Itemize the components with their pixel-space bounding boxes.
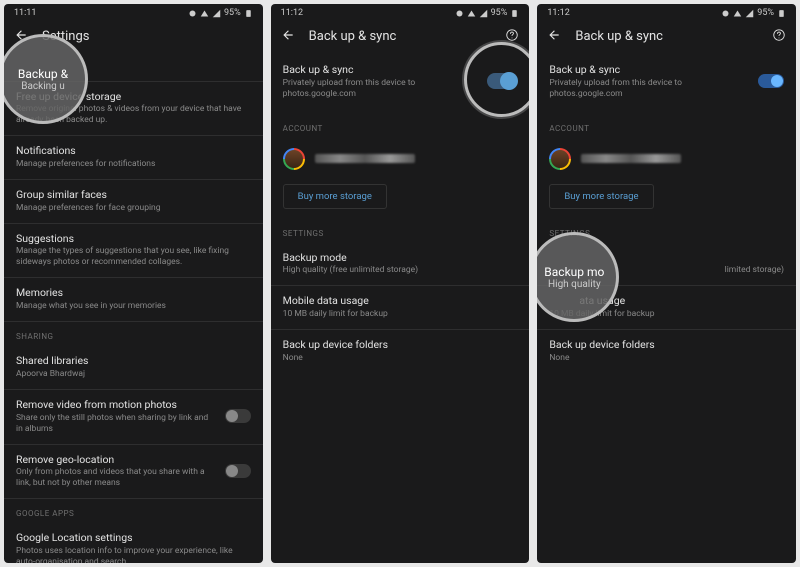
free-storage-item[interactable]: Free up device storage Remove original p… [4,82,263,137]
backup-sync-toggle-row[interactable]: Back up & sync Privately upload from thi… [537,55,796,114]
back-icon[interactable] [547,28,561,45]
status-time: 11:11 [14,8,36,18]
backup-mode-item[interactable]: x limited storage) [537,243,796,287]
status-bar: 11:12 95% [271,4,530,20]
remove-geo-item[interactable]: Remove geo-location Only from photos and… [4,445,263,500]
avatar [283,148,305,170]
notifications-item[interactable]: Notifications Manage preferences for not… [4,136,263,180]
back-icon[interactable] [14,28,28,45]
section-sharing: Sharing [4,322,263,346]
page-title: Back up & sync [309,29,397,44]
account-email [315,154,415,163]
remove-video-item[interactable]: Remove video from motion photos Share on… [4,390,263,445]
page-title: Back up & sync [575,29,663,44]
backup-sync-toggle[interactable] [487,73,517,89]
phone-settings: 11:11 95% Settings Free up device storag… [4,4,263,563]
backup-sync-toggle[interactable] [758,74,784,88]
remove-geo-toggle[interactable] [225,464,251,478]
header: Back up & sync [271,20,530,55]
buy-storage-button[interactable]: Buy more storage [549,184,653,209]
section-settings: Settings [537,219,796,243]
buy-storage-button[interactable]: Buy more storage [283,184,387,209]
section-google-apps: Google Apps [4,499,263,523]
header: Back up & sync [537,20,796,55]
item-title: Free up device storage [16,90,251,104]
section-account: Account [537,114,796,138]
device-folders-item[interactable]: Back up device folders None [271,330,530,373]
device-folders-item[interactable]: Back up device folders None [537,330,796,373]
status-bar: 11:11 95% [4,4,263,20]
phone-backup-mode: 11:12 95% Back up & sync Back up & sync … [537,4,796,563]
account-row[interactable] [537,138,796,180]
group-faces-item[interactable]: Group similar faces Manage preferences f… [4,180,263,224]
account-email [581,154,681,163]
avatar [549,148,571,170]
page-title: Settings [42,29,89,44]
help-icon[interactable] [505,28,519,45]
backup-sync-item[interactable] [4,55,263,82]
phone-backup-sync: 11:12 95% Back up & sync Back up & sync … [271,4,530,563]
account-row[interactable] [271,138,530,180]
status-time: 11:12 [547,8,569,18]
backup-sync-toggle-row[interactable]: Back up & sync Privately upload from thi… [271,55,530,114]
status-battery: 95% [224,8,241,18]
item-sub: Remove original photos & videos from you… [16,104,251,126]
google-location-item[interactable]: Google Location settings Photos uses loc… [4,523,263,563]
header: Settings [4,20,263,55]
remove-video-toggle[interactable] [225,409,251,423]
section-account: Account [271,114,530,138]
shared-libraries-item[interactable]: Shared libraries Apoorva Bhardwaj [4,346,263,390]
help-icon[interactable] [772,28,786,45]
suggestions-item[interactable]: Suggestions Manage the types of suggesti… [4,224,263,279]
backup-mode-item[interactable]: Backup mode High quality (free unlimited… [271,243,530,287]
mobile-data-item[interactable]: Mobile data usage 10 MB daily limit for … [271,286,530,330]
mobile-data-item[interactable]: ata usage 10 MB daily limit for backup [537,286,796,330]
memories-item[interactable]: Memories Manage what you see in your mem… [4,278,263,322]
status-bar: 11:12 95% [537,4,796,20]
section-settings: Settings [271,219,530,243]
back-icon[interactable] [281,28,295,45]
status-time: 11:12 [281,8,303,18]
status-right: 95% [188,8,253,18]
